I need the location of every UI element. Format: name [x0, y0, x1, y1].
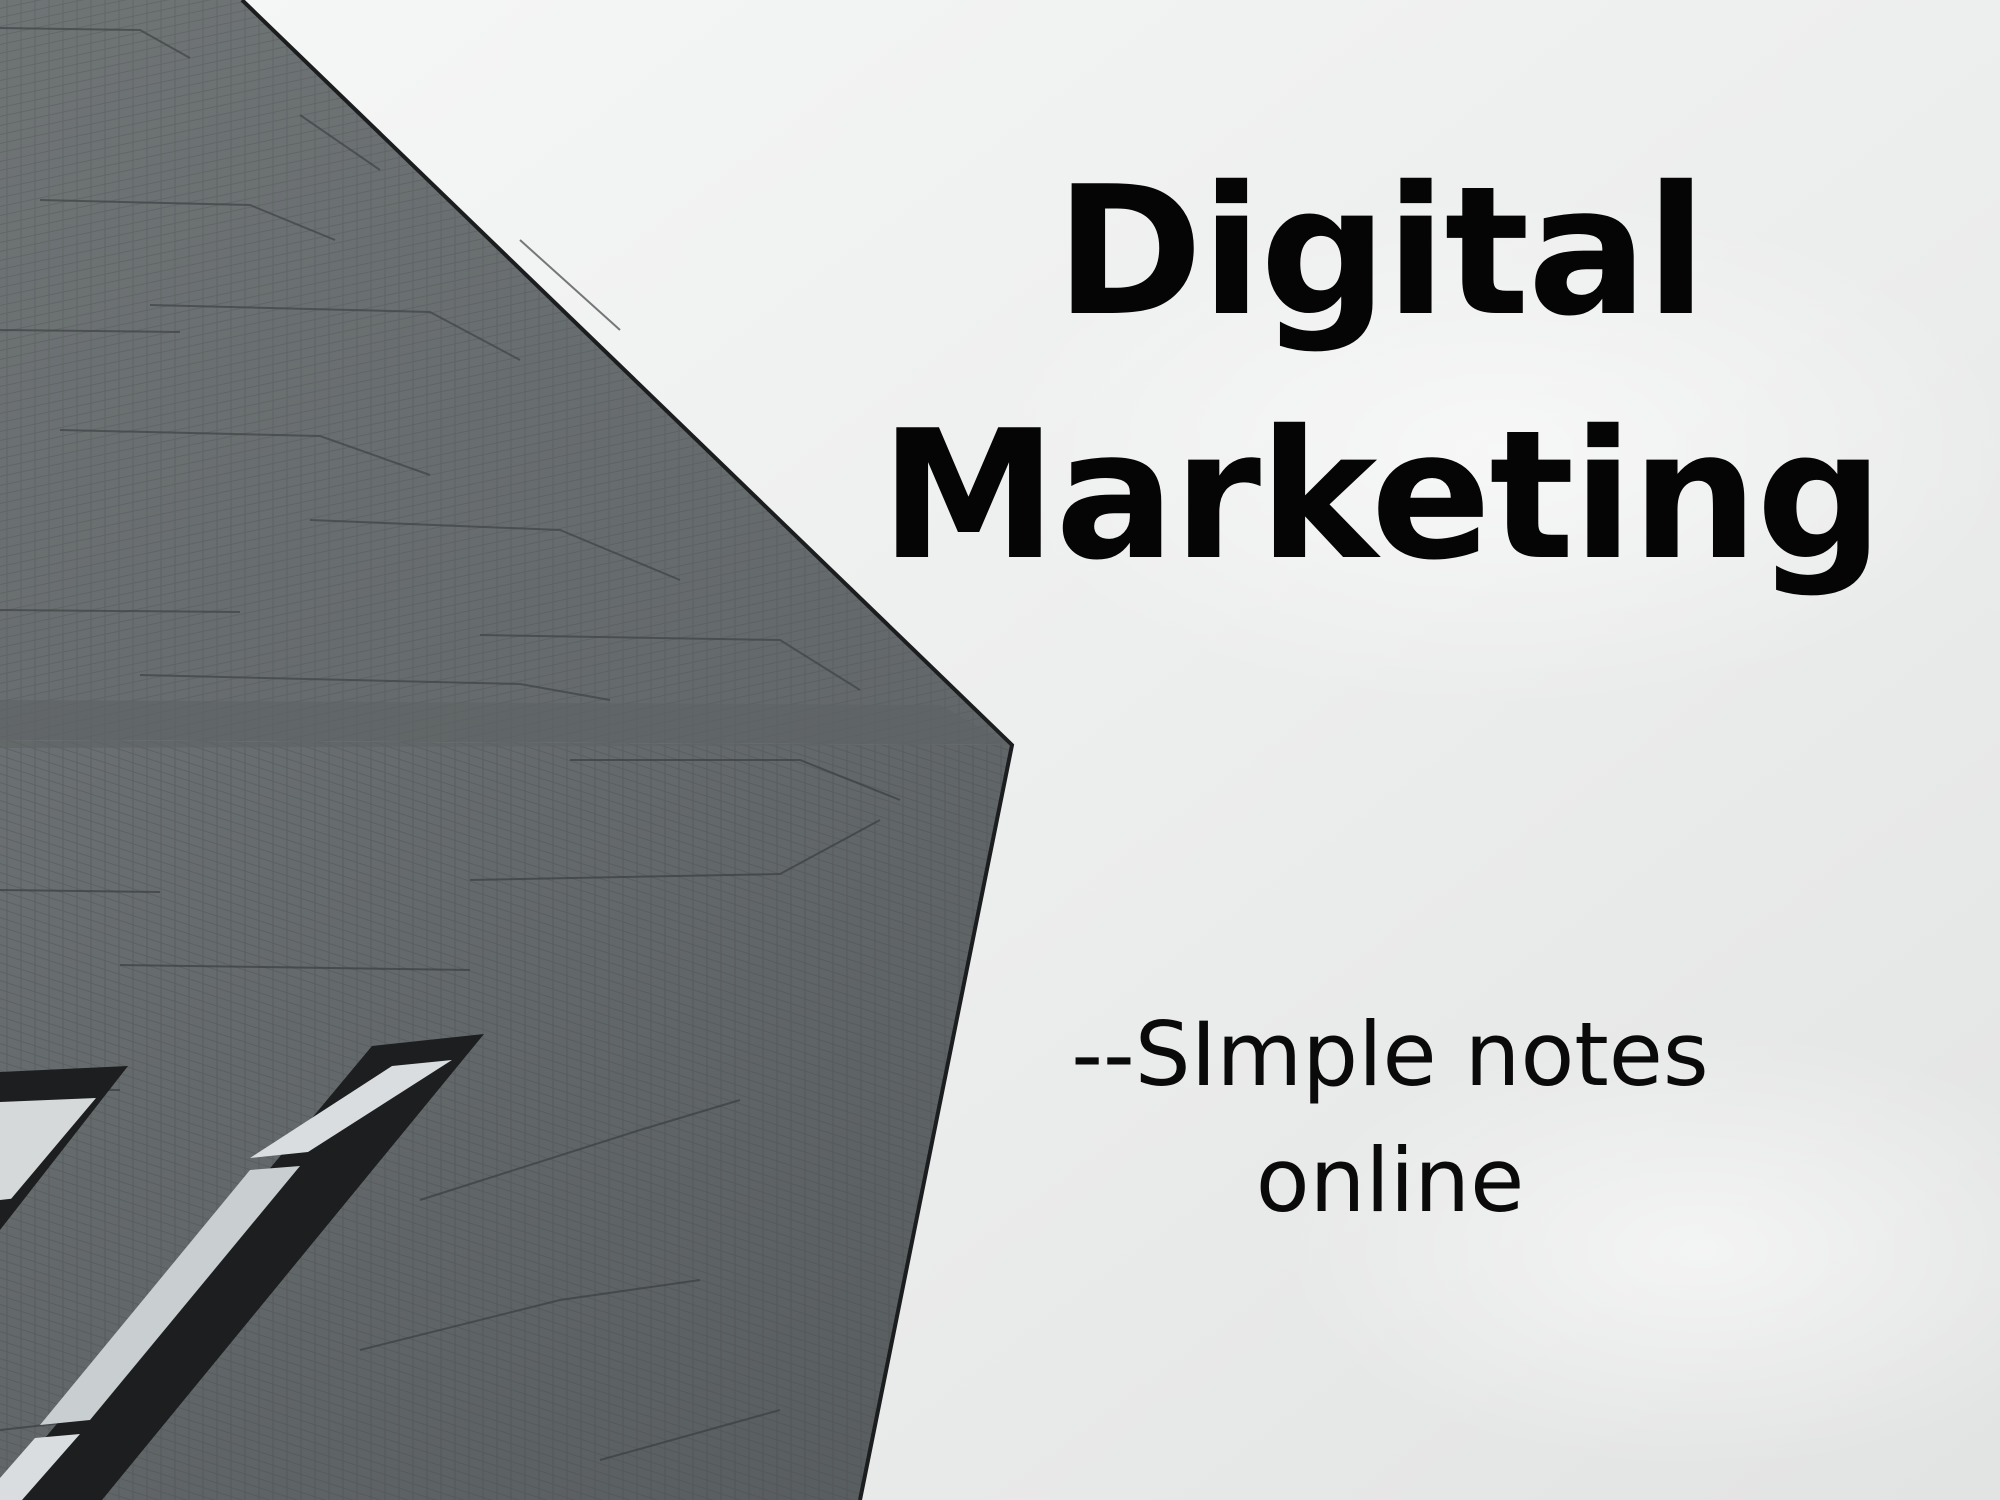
- subtitle-line-1: --SImple notes: [1071, 1003, 1709, 1106]
- title-line-2: Marketing: [880, 392, 1884, 599]
- title-line-1: Digital: [1055, 148, 1706, 355]
- subtitle: --SImple notes online: [980, 992, 1800, 1244]
- slide-canvas: Digital Marketing --SImple notes online: [0, 0, 2000, 1500]
- subtitle-line-2: online: [1255, 1129, 1525, 1232]
- page-title: Digital Marketing: [880, 130, 1884, 618]
